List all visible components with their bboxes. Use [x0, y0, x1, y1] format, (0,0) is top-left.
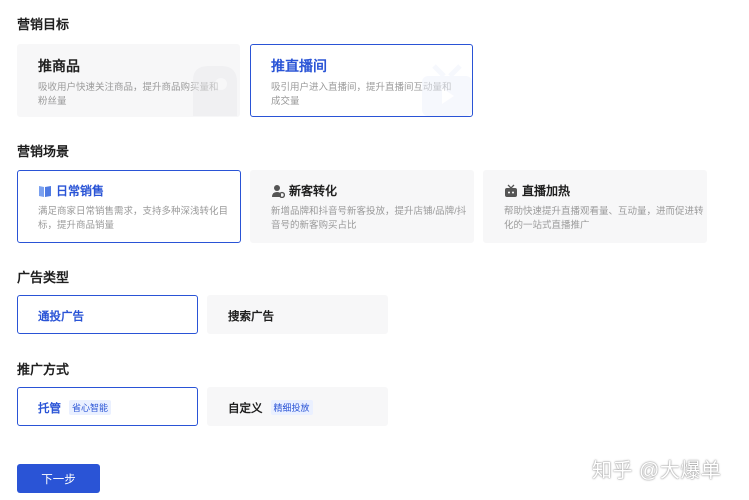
- option-label: 搜索广告: [228, 311, 274, 323]
- option-tag: 精细投放: [270, 400, 313, 415]
- scene-description: 满足商家日常销售需求，支持多种深浅转化目标，提升商品销量: [38, 206, 229, 231]
- scene-title-wrap: 日常销售: [38, 182, 104, 199]
- option-label-wrap: 自定义 精细投放: [228, 400, 313, 416]
- scene-title-wrap: 新客转化: [271, 182, 337, 199]
- next-step-button[interactable]: 下一步: [17, 464, 100, 493]
- section-title-method: 推广方式: [17, 362, 70, 377]
- goal-card-product[interactable]: 推商品 吸收用户快速关注商品，提升商品购买量和粉丝量: [17, 44, 240, 117]
- watermark: 知乎 @大爆单: [592, 460, 722, 482]
- section-title-ad-type: 广告类型: [17, 270, 70, 285]
- scene-title: 日常销售: [56, 184, 105, 198]
- goal-title: 推商品: [38, 58, 80, 74]
- tv-icon: [505, 184, 517, 197]
- scene-description: 新增品牌和抖音号新客投放，提升店铺/品牌/抖音号的新客购买占比: [271, 206, 467, 231]
- book-icon: [39, 185, 51, 197]
- method-option-custom[interactable]: 自定义 精细投放: [207, 387, 388, 426]
- ad-type-option-search[interactable]: 搜索广告: [207, 295, 388, 334]
- scene-title-wrap: 直播加热: [504, 182, 570, 199]
- tv-icon: [422, 64, 472, 116]
- scene-card-daily-sales[interactable]: 日常销售 满足商家日常销售需求，支持多种深浅转化目标，提升商品销量: [17, 170, 241, 243]
- scene-title: 新客转化: [289, 184, 338, 198]
- user-gear-icon: [272, 184, 285, 198]
- goal-card-live[interactable]: 推直播间 吸引用户进入直播间，提升直播间互动量和成交量: [250, 44, 473, 117]
- scene-title: 直播加热: [522, 184, 571, 198]
- shopping-bag-icon: [193, 66, 237, 116]
- option-tag: 省心智能: [69, 400, 112, 415]
- scene-card-new-customer[interactable]: 新客转化 新增品牌和抖音号新客投放，提升店铺/品牌/抖音号的新客购买占比: [250, 170, 474, 243]
- scene-card-live-boost[interactable]: 直播加热 帮助快速提升直播观看量、互动量，进而促进转化的一站式直播推广: [483, 170, 707, 243]
- goal-title: 推直播间: [271, 58, 327, 74]
- scene-description: 帮助快速提升直播观看量、互动量，进而促进转化的一站式直播推广: [504, 206, 704, 231]
- option-label: 通投广告: [38, 311, 84, 323]
- option-label: 托管: [38, 403, 61, 415]
- option-label: 自定义: [228, 403, 263, 415]
- section-title-goal: 营销目标: [17, 17, 70, 32]
- method-option-managed[interactable]: 托管 省心智能: [17, 387, 198, 426]
- ad-type-option-general[interactable]: 通投广告: [17, 295, 198, 334]
- section-title-scene: 营销场景: [17, 144, 70, 159]
- option-label-wrap: 托管 省心智能: [38, 400, 112, 416]
